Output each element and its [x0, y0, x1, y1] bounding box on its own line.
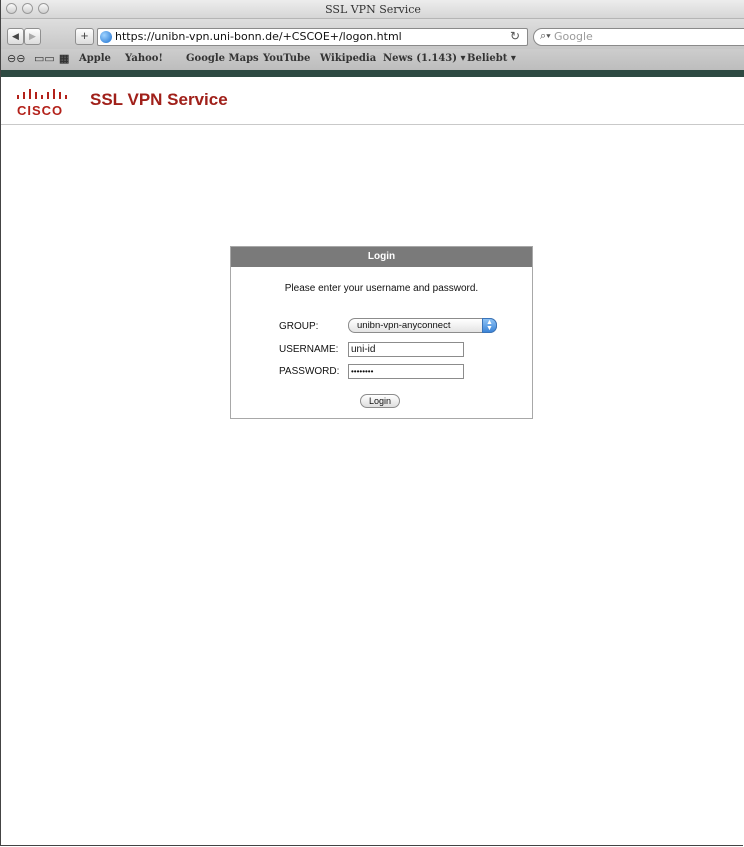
header-accent-bar [1, 70, 744, 77]
bookmark-apple[interactable]: Apple [79, 53, 111, 64]
bookmark-yahoo[interactable]: Yahoo! [125, 53, 163, 64]
plus-icon: + [80, 28, 89, 43]
select-stepper-icon: ▲ ▼ [482, 318, 497, 333]
bookmark-wikipedia[interactable]: Wikipedia [320, 53, 376, 64]
group-select[interactable]: unibn-vpn-anyconnect ▲ ▼ [348, 318, 497, 333]
search-field[interactable]: ⌕▾ Google [533, 28, 744, 46]
forward-arrow-icon: ▶ [29, 31, 36, 41]
bookmark-news-folder[interactable]: News (1.143) ▾ [383, 53, 466, 64]
login-button[interactable]: Login [360, 394, 400, 408]
reload-icon[interactable]: ↻ [510, 29, 520, 43]
group-label: GROUP: [279, 321, 319, 332]
bookmark-youtube[interactable]: YouTube [263, 53, 310, 64]
browser-toolbar: ◀ ▶ + https://unibn-vpn.uni-bonn.de/+CSC… [1, 19, 744, 49]
page-header: CISCO SSL VPN Service [1, 77, 744, 125]
cisco-logo-bars-icon [17, 89, 67, 99]
back-arrow-icon: ◀ [12, 31, 19, 41]
bookmarks-bar: ⊖⊖ ▭▭ ▦ Apple Yahoo! Google Maps YouTube… [1, 49, 744, 70]
url-text: https://unibn-vpn.uni-bonn.de/+CSCOE+/lo… [115, 30, 402, 43]
top-sites-grid-icon[interactable]: ▦ [59, 52, 69, 65]
password-input[interactable] [348, 364, 464, 379]
login-panel: Login Please enter your username and pas… [230, 246, 533, 419]
browser-window: SSL VPN Service ◀ ▶ + https://unibn-vpn.… [0, 0, 744, 846]
search-placeholder: Google [554, 30, 593, 43]
search-icon: ⌕▾ [540, 30, 551, 42]
page-title: SSL VPN Service [90, 90, 228, 109]
cisco-logo-text: CISCO [17, 103, 64, 118]
bookmark-google-maps[interactable]: Google Maps [186, 53, 259, 64]
reading-list-icon[interactable]: ⊖⊖ [7, 52, 25, 65]
bookmark-beliebt-folder[interactable]: Beliebt ▾ [467, 53, 516, 64]
title-bar: SSL VPN Service [1, 0, 744, 19]
password-label: PASSWORD: [279, 366, 340, 377]
globe-icon [100, 31, 112, 43]
username-label: USERNAME: [279, 344, 339, 355]
address-bar[interactable]: https://unibn-vpn.uni-bonn.de/+CSCOE+/lo… [97, 28, 528, 46]
username-input[interactable] [348, 342, 464, 357]
add-bookmark-button[interactable]: + [75, 28, 94, 45]
window-title: SSL VPN Service [325, 3, 421, 16]
forward-button[interactable]: ▶ [24, 28, 41, 45]
group-selected-value: unibn-vpn-anyconnect [357, 320, 451, 331]
back-button[interactable]: ◀ [7, 28, 24, 45]
bookmarks-book-icon[interactable]: ▭▭ [34, 52, 55, 65]
login-prompt: Please enter your username and password. [284, 283, 479, 294]
login-heading: Login [231, 247, 532, 267]
